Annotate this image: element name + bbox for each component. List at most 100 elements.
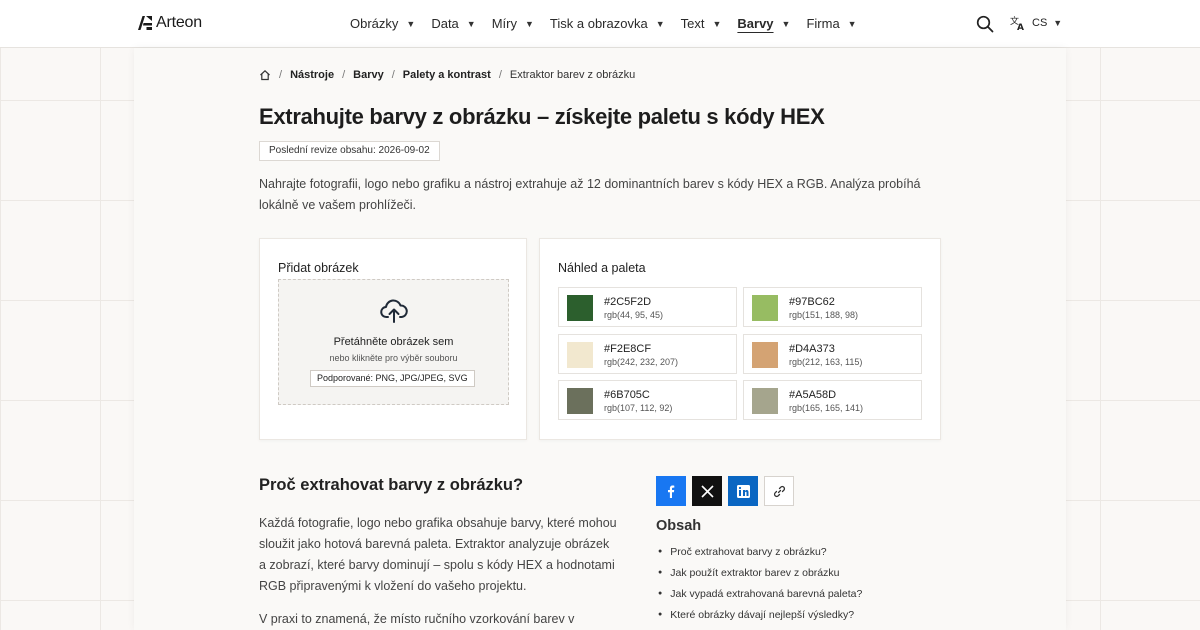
breadcrumb: / Nástroje / Barvy / Palety a kontrast /… [259,69,635,81]
palette-panel: Náhled a paleta #2C5F2D rgb(44, 95, 45) … [539,238,941,440]
toc-item-label: Proč extrahovat barvy z obrázku? [670,546,827,558]
dropzone-sub-text: nebo klikněte pro výběr souboru [329,353,458,363]
caret-down-icon: ▼ [712,18,722,29]
swatch-hex: #F2E8CF [604,343,652,355]
nav-item-miry[interactable]: Míry ▼ [492,16,534,31]
upload-panel-title: Přidat obrázek [278,261,359,275]
page-title: Extrahujte barvy z obrázku – získejte pa… [259,104,825,129]
toc-item[interactable]: ● Které obrázky dávají nejlepší výsledky… [658,608,862,629]
color-chip [567,295,593,321]
nav-item-tisk[interactable]: Tisk a obrazovka ▼ [550,16,665,31]
breadcrumb-separator: / [279,69,283,81]
breadcrumb-item-nastroje[interactable]: Nástroje [290,69,334,81]
home-icon[interactable] [259,69,271,81]
bullet-icon: ● [658,611,663,618]
share-facebook-button[interactable] [656,476,686,506]
swatch-rgb: rgb(107, 112, 92) [604,403,673,413]
color-chip [752,342,778,368]
main-nav: Obrázky ▼ Data ▼ Míry ▼ Tisk a obrazovka… [350,16,857,31]
caret-down-icon: ▼ [466,18,476,29]
svg-text:A: A [1017,23,1024,31]
upload-panel: Přidat obrázek Přetáhněte obrázek sem ne… [259,238,527,440]
article-heading: Proč extrahovat barvy z obrázku? [259,476,524,494]
swatch-hex: #A5A58D [789,389,837,401]
breadcrumb-current: Extraktor barev z obrázku [509,69,636,81]
swatch-hex: #D4A373 [789,343,835,355]
toc-item[interactable]: ● Jak použít extraktor barev z obrázku [658,566,862,587]
article-paragraph: Každá fotografie, logo nebo grafika obsa… [259,516,617,593]
swatch-rgb: rgb(44, 95, 45) [604,310,664,320]
arteon-logo-icon [138,16,152,30]
nav-label: Firma [806,16,840,31]
revision-badge: Poslední revize obsahu: 2026-09-02 [259,141,440,161]
cloud-upload-icon [380,299,408,323]
nav-item-text[interactable]: Text ▼ [681,16,722,31]
language-selector[interactable]: 文 A CS ▼ [1010,15,1062,31]
image-dropzone[interactable]: Přetáhněte obrázek sem nebo klikněte pro… [278,279,509,405]
breadcrumb-item-palety[interactable]: Palety a kontrast [403,69,491,81]
caret-down-icon: ▼ [781,18,791,29]
nav-item-data[interactable]: Data ▼ [431,16,475,31]
article-paragraph: V praxi to znamená, že místo ručního vzo… [259,612,575,626]
facebook-icon [668,485,675,498]
language-code: CS [1032,17,1048,29]
caret-down-icon: ▼ [406,18,416,29]
swatch-hex: #97BC62 [789,296,835,308]
swatch-hex: #2C5F2D [604,296,652,308]
bullet-icon: ● [658,548,663,555]
breadcrumb-separator: / [342,69,346,81]
supported-formats-badge: Podporované: PNG, JPG/JPEG, SVG [310,370,475,387]
bullet-icon: ● [658,569,663,576]
color-chip [567,342,593,368]
intro-text: Nahrajte fotografii, logo nebo grafiku a… [259,177,921,212]
nav-label: Obrázky [350,16,399,31]
palette-swatch[interactable]: #97BC62 rgb(151, 188, 98) [743,287,922,327]
toc-item-label: Jak použít extraktor barev z obrázku [670,567,840,579]
search-icon [976,15,994,33]
nav-label: Míry [491,16,517,31]
nav-item-obrazky[interactable]: Obrázky ▼ [350,16,415,31]
breadcrumb-item-barvy[interactable]: Barvy [353,69,384,81]
swatch-rgb: rgb(165, 165, 141) [789,403,864,413]
swatch-rgb: rgb(212, 163, 115) [789,357,863,367]
brand-logo[interactable]: Arteon [137,14,202,32]
palette-swatch[interactable]: #2C5F2D rgb(44, 95, 45) [558,287,737,327]
toc-item-label: Které obrázky dávají nejlepší výsledky? [670,609,855,621]
x-icon [700,484,714,498]
swatch-rgb: rgb(151, 188, 98) [789,310,859,320]
swatch-hex: #6B705C [604,389,650,401]
caret-down-icon: ▼ [655,18,665,29]
table-of-contents: ● Proč extrahovat barvy z obrázku? ● Jak… [658,545,862,629]
palette-panel-title: Náhled a paleta [558,261,646,275]
caret-down-icon: ▼ [1053,18,1063,28]
color-chip [752,295,778,321]
swatch-rgb: rgb(242, 232, 207) [604,357,679,367]
palette-swatch[interactable]: #6B705C rgb(107, 112, 92) [558,380,737,420]
copy-link-button[interactable] [764,476,794,506]
nav-item-barvy[interactable]: Barvy ▼ [737,16,790,31]
nav-label: Tisk a obrazovka [549,16,648,31]
toc-item[interactable]: ● Jak vypadá extrahovaná barevná paleta? [658,587,862,608]
toc-item[interactable]: ● Proč extrahovat barvy z obrázku? [658,545,862,566]
search-button[interactable] [976,15,994,33]
translate-icon: 文 A [1010,15,1024,31]
nav-item-firma[interactable]: Firma ▼ [806,16,856,31]
breadcrumb-separator: / [391,69,395,81]
linkedin-icon [736,484,750,498]
caret-down-icon: ▼ [525,18,534,29]
link-icon [773,485,785,497]
top-navigation-bar: Arteon Obrázky ▼ Data ▼ Míry ▼ Tisk a ob… [0,0,1200,48]
dropzone-main-text: Přetáhněte obrázek sem [333,336,454,348]
caret-down-icon: ▼ [847,18,857,29]
nav-label: Text [680,16,705,31]
toc-item-label: Jak vypadá extrahovaná barevná paleta? [670,588,863,600]
breadcrumb-separator: / [498,69,502,81]
share-x-button[interactable] [692,476,722,506]
nav-label: Barvy [737,16,774,31]
palette-swatch[interactable]: #A5A58D rgb(165, 165, 141) [743,380,922,420]
palette-swatch[interactable]: #D4A373 rgb(212, 163, 115) [743,334,922,374]
color-chip [567,388,593,414]
palette-swatch[interactable]: #F2E8CF rgb(242, 232, 207) [558,334,737,374]
share-linkedin-button[interactable] [728,476,758,506]
brand-name: Arteon [156,14,202,31]
